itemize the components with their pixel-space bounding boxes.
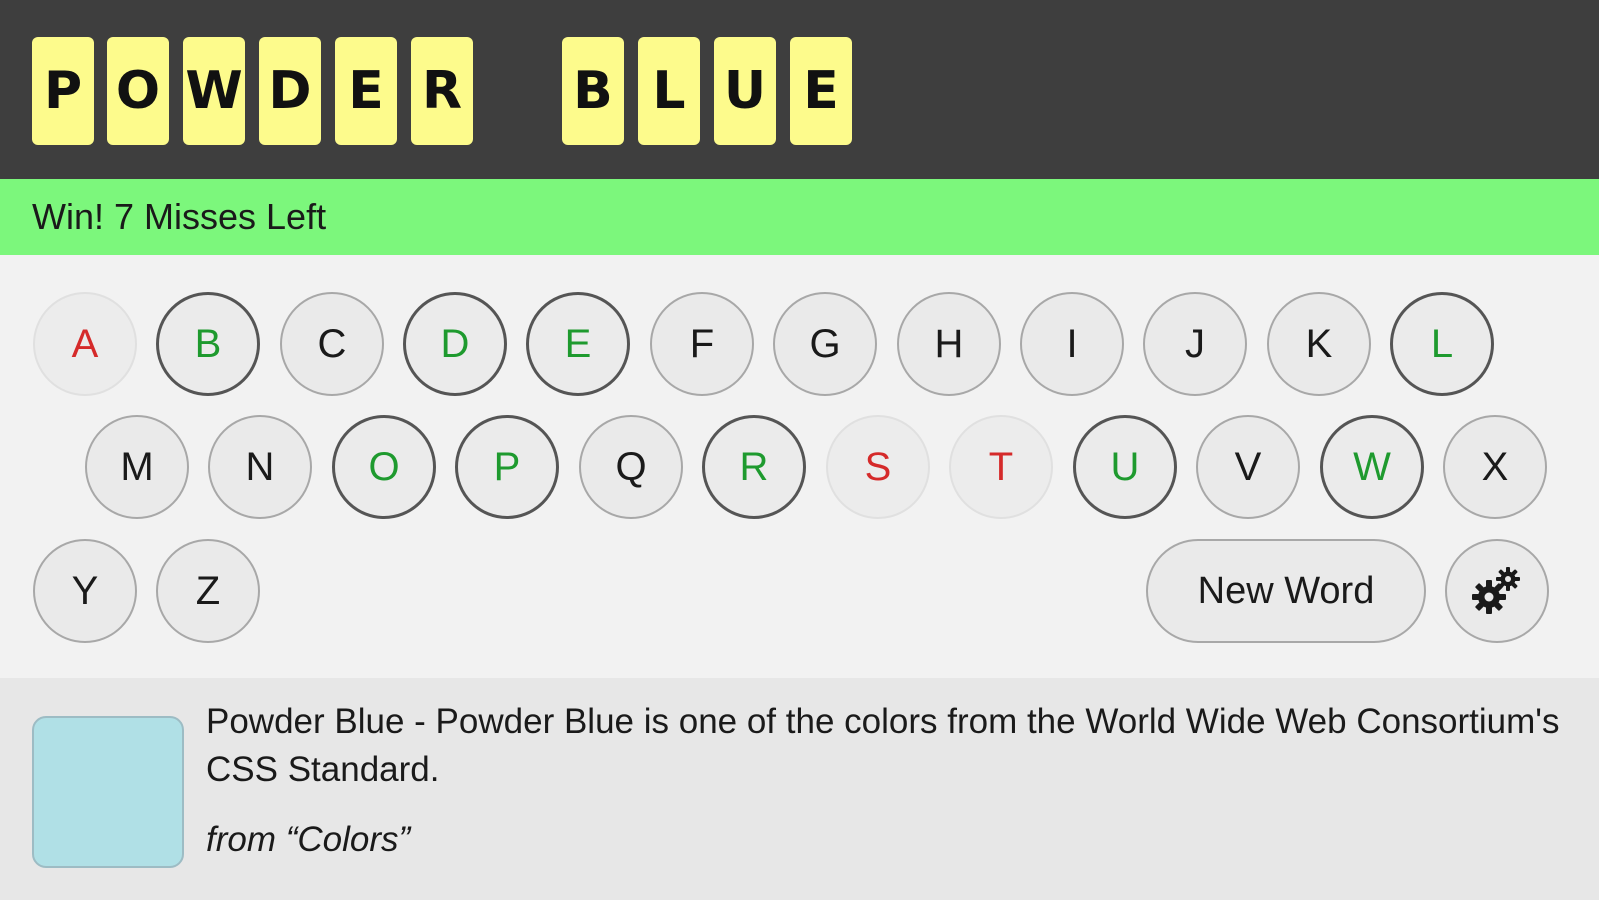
key-n[interactable]: N <box>208 415 312 519</box>
key-v[interactable]: V <box>1196 415 1300 519</box>
key-f[interactable]: F <box>650 292 754 396</box>
key-y[interactable]: Y <box>33 539 137 643</box>
letter-tile: E <box>335 37 397 145</box>
key-h[interactable]: H <box>897 292 1001 396</box>
letter-tile: R <box>411 37 473 145</box>
gear-icon <box>1472 567 1520 614</box>
key-w[interactable]: W <box>1320 415 1424 519</box>
letter-tile: U <box>714 37 776 145</box>
word-display: P O W D E R B L U E <box>0 0 1599 179</box>
key-g[interactable]: G <box>773 292 877 396</box>
key-r[interactable]: R <box>702 415 806 519</box>
key-q[interactable]: Q <box>579 415 683 519</box>
letter-tile: B <box>562 37 624 145</box>
letter-tile: D <box>259 37 321 145</box>
key-b[interactable]: B <box>156 292 260 396</box>
letter-tile: L <box>638 37 700 145</box>
letter-tile: O <box>107 37 169 145</box>
word-info-panel: Powder Blue - Powder Blue is one of the … <box>0 678 1599 900</box>
key-m[interactable]: M <box>85 415 189 519</box>
word-description: Powder Blue - Powder Blue is one of the … <box>206 702 1560 789</box>
key-e[interactable]: E <box>526 292 630 396</box>
color-swatch <box>32 716 184 868</box>
new-word-button[interactable]: New Word <box>1146 539 1426 643</box>
key-u[interactable]: U <box>1073 415 1177 519</box>
letter-tile: E <box>790 37 852 145</box>
key-k[interactable]: K <box>1267 292 1371 396</box>
settings-button[interactable] <box>1445 539 1549 643</box>
key-x[interactable]: X <box>1443 415 1547 519</box>
key-t[interactable]: T <box>949 415 1053 519</box>
key-l[interactable]: L <box>1390 292 1494 396</box>
key-c[interactable]: C <box>280 292 384 396</box>
word-source: from “Colors” <box>206 820 411 859</box>
status-bar: Win! 7 Misses Left <box>0 179 1599 255</box>
key-d[interactable]: D <box>403 292 507 396</box>
key-z[interactable]: Z <box>156 539 260 643</box>
letter-tile: W <box>183 37 245 145</box>
key-a[interactable]: A <box>33 292 137 396</box>
key-s[interactable]: S <box>826 415 930 519</box>
key-j[interactable]: J <box>1143 292 1247 396</box>
key-o[interactable]: O <box>332 415 436 519</box>
key-i[interactable]: I <box>1020 292 1124 396</box>
letter-tile: P <box>32 37 94 145</box>
key-p[interactable]: P <box>455 415 559 519</box>
letter-keyboard: A B C D E F G H I J K L M N O P Q R S T … <box>0 255 1599 678</box>
status-text: Win! 7 Misses Left <box>32 196 327 237</box>
